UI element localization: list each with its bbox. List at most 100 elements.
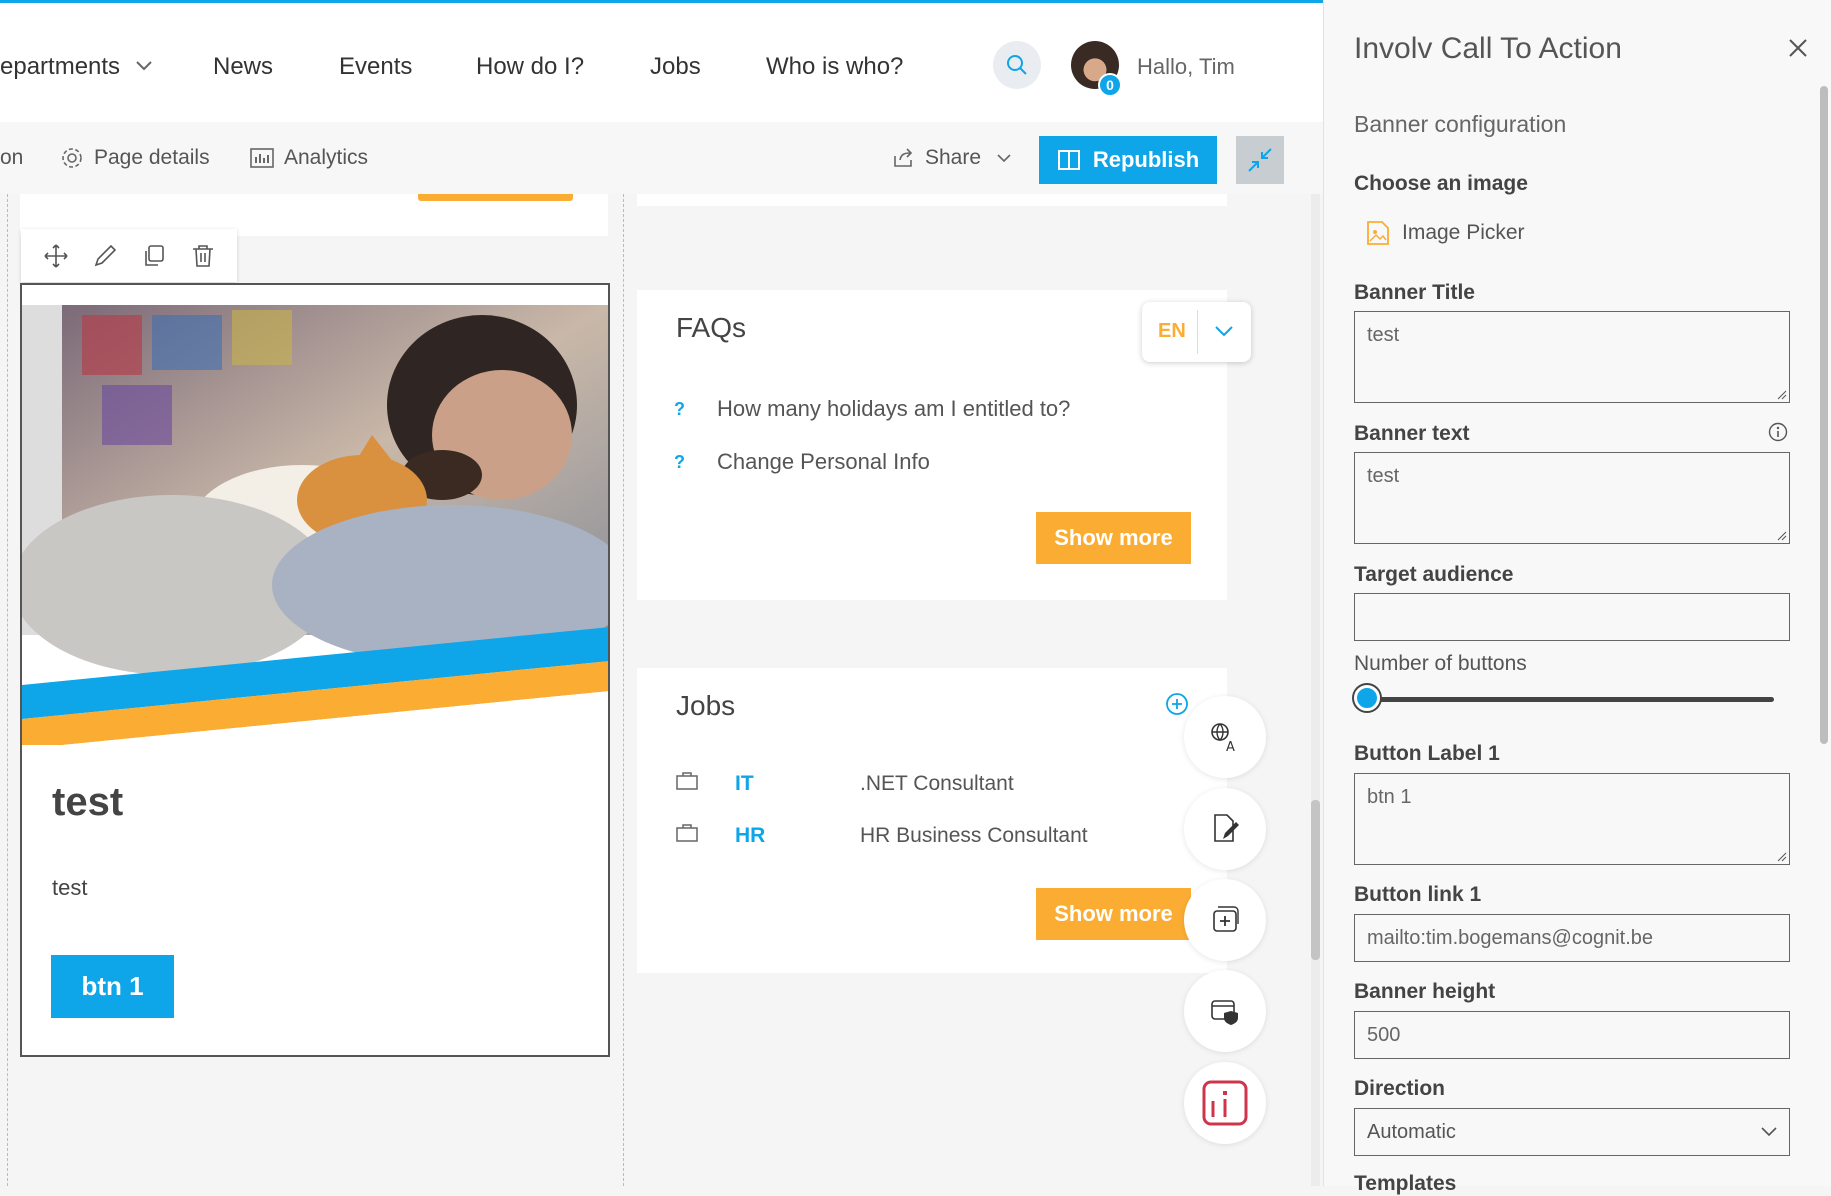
- share-label: Share: [925, 146, 982, 169]
- banner-button[interactable]: btn 1: [51, 955, 174, 1018]
- job-category[interactable]: IT: [735, 772, 754, 796]
- move-icon[interactable]: [43, 243, 69, 269]
- add-content-button[interactable]: [1184, 879, 1266, 961]
- jobs-title: Jobs: [676, 690, 736, 721]
- faqs-show-more-button[interactable]: Show more: [1036, 512, 1191, 564]
- target-audience-label: Target audience: [1354, 563, 1514, 586]
- involv-app-button[interactable]: [1184, 1062, 1266, 1144]
- duplicate-icon[interactable]: [141, 243, 167, 269]
- resize-grip-icon[interactable]: [1777, 531, 1787, 541]
- republish-button[interactable]: Republish: [1039, 136, 1217, 184]
- number-of-buttons-slider[interactable]: [1354, 697, 1774, 702]
- faq-question-icon: ?: [674, 452, 685, 472]
- banner-title-field[interactable]: test: [1354, 311, 1790, 403]
- section-divider: [623, 194, 624, 1186]
- main-scrollbar-track[interactable]: [1311, 194, 1320, 1186]
- banner-title: test: [52, 780, 124, 824]
- property-panel: Involv Call To Action Banner configurati…: [1323, 0, 1831, 1195]
- banner-text-label: Banner text: [1354, 422, 1470, 445]
- notification-badge: 0: [1098, 73, 1122, 97]
- nav-how-do-i[interactable]: How do I?: [476, 53, 584, 81]
- jobs-show-more-button[interactable]: Show more: [1036, 888, 1191, 940]
- cta-banner[interactable]: test test btn 1: [20, 283, 610, 1057]
- translate-button[interactable]: A: [1184, 696, 1266, 778]
- command-bar: on Page details Analytics Share Republis…: [0, 122, 1323, 194]
- image-icon: [1367, 221, 1389, 245]
- permissions-button[interactable]: [1184, 970, 1266, 1052]
- webpart-toolbar: [21, 229, 237, 282]
- share-button[interactable]: Share: [893, 146, 1011, 170]
- nav-departments[interactable]: epartments: [0, 53, 120, 81]
- panel-scrollbar-thumb[interactable]: [1820, 86, 1828, 744]
- image-picker-label: Image Picker: [1402, 221, 1525, 244]
- shield-icon: [1211, 1000, 1238, 1025]
- add-page-icon: [1213, 906, 1239, 932]
- panel-section-heading: Banner configuration: [1354, 111, 1567, 137]
- main-scrollbar-thumb[interactable]: [1311, 800, 1320, 960]
- edit-page-button[interactable]: [1184, 788, 1266, 870]
- job-title[interactable]: .NET Consultant: [860, 772, 1014, 796]
- faqs-title: FAQs: [676, 312, 747, 343]
- section-divider: [7, 194, 8, 1186]
- button-link-1-field[interactable]: mailto:tim.bogemans@cognit.be: [1354, 914, 1790, 962]
- briefcase-icon: [676, 824, 698, 842]
- delete-icon[interactable]: [190, 243, 216, 269]
- add-job-icon[interactable]: [1165, 692, 1189, 716]
- previous-webpart-card-right: [637, 194, 1227, 206]
- previous-card-button-edge: [418, 194, 573, 201]
- banner-text-field[interactable]: test: [1354, 452, 1790, 544]
- job-title[interactable]: HR Business Consultant: [860, 824, 1088, 848]
- choose-image-label: Choose an image: [1354, 172, 1528, 195]
- edit-icon[interactable]: [92, 243, 118, 269]
- page-details-label: Page details: [94, 146, 210, 169]
- search-button[interactable]: [993, 41, 1041, 89]
- involv-logo-icon: [1202, 1080, 1248, 1126]
- nav-news[interactable]: News: [213, 53, 273, 81]
- faq-item[interactable]: How many holidays am I entitled to?: [717, 396, 1070, 422]
- top-navigation: epartments News Events How do I? Jobs Wh…: [0, 3, 1323, 122]
- nav-who-is-who[interactable]: Who is who?: [766, 53, 903, 81]
- language-code: EN: [1158, 320, 1186, 342]
- translate-icon: A: [1211, 723, 1235, 753]
- faqs-card: FAQs ? How many holidays am I entitled t…: [637, 290, 1227, 600]
- user-greeting: Hallo, Tim: [1137, 54, 1235, 79]
- language-selector[interactable]: EN: [1142, 302, 1251, 362]
- slider-thumb[interactable]: [1354, 685, 1380, 711]
- direction-dropdown[interactable]: Automatic: [1354, 1108, 1790, 1156]
- button-link-1-label: Button link 1: [1354, 883, 1482, 906]
- collapse-button[interactable]: [1236, 136, 1284, 184]
- image-picker-button[interactable]: Image Picker: [1366, 220, 1525, 246]
- info-icon[interactable]: [1768, 422, 1788, 442]
- target-audience-field[interactable]: [1354, 593, 1790, 641]
- gear-icon: [62, 148, 82, 168]
- faq-item[interactable]: Change Personal Info: [717, 449, 930, 475]
- chevron-down-icon: [997, 153, 1011, 162]
- jobs-card: Jobs IT .NET Consultant HR HR Business C…: [637, 668, 1227, 973]
- templates-label: Templates: [1354, 1172, 1457, 1195]
- resize-grip-icon[interactable]: [1777, 390, 1787, 400]
- banner-image: [22, 285, 608, 745]
- job-category[interactable]: HR: [735, 824, 765, 848]
- analytics-button[interactable]: Analytics: [250, 146, 368, 170]
- svg-text:A: A: [1226, 740, 1235, 753]
- nav-events[interactable]: Events: [339, 53, 412, 81]
- resize-grip-icon[interactable]: [1777, 852, 1787, 862]
- chevron-down-icon[interactable]: [136, 61, 152, 71]
- banner-height-label: Banner height: [1354, 980, 1496, 1003]
- button-label-1-field[interactable]: btn 1: [1354, 773, 1790, 865]
- banner-text: test: [52, 875, 88, 900]
- nav-jobs[interactable]: Jobs: [650, 53, 701, 81]
- cmd-partial-item[interactable]: on: [0, 146, 23, 170]
- book-icon: [1057, 150, 1080, 170]
- banner-title-label: Banner Title: [1354, 281, 1475, 304]
- panel-title: Involv Call To Action: [1354, 32, 1622, 65]
- button-label-1-label: Button Label 1: [1354, 742, 1500, 765]
- direction-label: Direction: [1354, 1077, 1446, 1100]
- chevron-down-icon: [1761, 1127, 1777, 1137]
- direction-value: Automatic: [1367, 1120, 1456, 1143]
- search-icon: [1007, 55, 1027, 75]
- language-divider: [1197, 310, 1198, 354]
- page-details-button[interactable]: Page details: [60, 146, 210, 170]
- close-icon[interactable]: [1788, 38, 1808, 58]
- banner-height-field[interactable]: 500: [1354, 1011, 1790, 1059]
